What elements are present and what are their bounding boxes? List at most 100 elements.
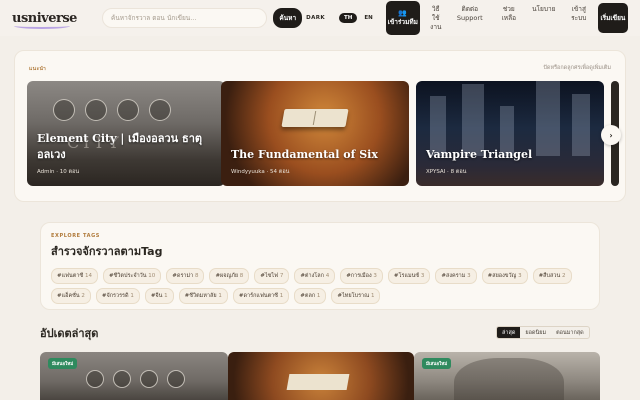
earth-emblem-icon xyxy=(86,370,104,388)
carousel-hint: ปัดหรือกดลูกศรเพื่อดูเพิ่มเติม xyxy=(543,65,611,71)
tag-chip[interactable]: #สงคราม 3 xyxy=(435,268,477,284)
card-title: Vampire Triangel xyxy=(426,148,533,161)
tag-chip[interactable]: #จีน 1 xyxy=(144,288,174,304)
tag-name: #ดราม่า xyxy=(172,273,194,279)
tag-chip[interactable]: #การเมือง 3 xyxy=(340,268,383,284)
nav-help[interactable]: ช่วยเหลือ xyxy=(492,5,526,32)
language-switcher: TH EN xyxy=(339,13,378,23)
building-art xyxy=(572,94,590,156)
featured-label: แนะนำ xyxy=(29,66,47,72)
tag-chip[interactable]: #แอ็คชั่น 2 xyxy=(51,288,91,304)
tab-latest[interactable]: ล่าสุด xyxy=(497,327,521,338)
nav-how-to[interactable]: วิธีใช้งาน xyxy=(424,5,448,32)
book-art xyxy=(281,109,349,127)
chevron-right-icon: › xyxy=(609,130,613,140)
tag-chip[interactable]: #สืบสวน 2 xyxy=(532,268,572,284)
tag-chip[interactable]: #ดราม่า 8 xyxy=(166,268,205,284)
book-art xyxy=(286,374,350,390)
tag-count: 1 xyxy=(279,293,284,299)
tag-chip[interactable]: #ตลก 1 xyxy=(294,288,327,304)
card-meta: Admin · 10 ตอน xyxy=(37,169,80,175)
join-team-label: เข้าร่วมทีม xyxy=(387,18,418,26)
tag-count: 10 xyxy=(148,273,156,279)
nav-links: วิธีใช้งาน ติดต่อ Support ช่วยเหลือ นโยบ… xyxy=(424,5,596,32)
tag-chip[interactable]: #ไทยโบราณ 1 xyxy=(331,288,381,304)
wind-emblem-icon xyxy=(149,99,171,121)
tag-count: 8 xyxy=(239,273,244,279)
character-art xyxy=(454,358,564,400)
nav-policy[interactable]: นโยบาย xyxy=(526,5,562,32)
team-icon: 👥 xyxy=(398,9,408,17)
story-card[interactable]: มีเสนอใหม่ xyxy=(40,352,228,400)
tags-eyebrow: EXPLORE TAGS xyxy=(51,233,100,239)
story-card[interactable]: มีเสนอใหม่ xyxy=(414,352,600,400)
tag-chip[interactable]: #จักรวรรดิ 1 xyxy=(95,288,140,304)
tag-count: 3 xyxy=(373,273,377,279)
tag-count: 14 xyxy=(84,273,92,279)
logo[interactable]: usniverse xyxy=(12,4,77,32)
carousel-next-button[interactable]: › xyxy=(601,125,621,145)
search-input[interactable]: ค้นหาจักรวาล ตอน นักเขียน... xyxy=(102,8,268,28)
tab-most-episodes[interactable]: ตอนมากสุด xyxy=(551,327,589,338)
nav-support[interactable]: ติดต่อ Support xyxy=(448,5,492,32)
tag-chip[interactable]: #ชีวิตมหาลัย 1 xyxy=(178,288,228,304)
story-card[interactable] xyxy=(228,352,414,400)
tag-count: 1 xyxy=(130,293,134,299)
tag-name: #การเมือง xyxy=(346,273,372,279)
tag-count: 2 xyxy=(562,273,566,279)
tag-name: #ชีวิตมหาลัย xyxy=(184,293,217,299)
featured-carousel: แนะนำ ปัดหรือกดลูกศรเพื่อดูเพิ่มเติม CIT… xyxy=(14,50,626,202)
tag-chip[interactable]: #ผจญภัย 8 xyxy=(209,268,250,284)
tag-list: #แฟนตาซี 14 #ชีวิตประจำวัน 10 #ดราม่า 8 #ผจ… xyxy=(51,268,589,304)
lang-en-button[interactable]: EN xyxy=(359,13,377,23)
building-art xyxy=(536,81,560,156)
tag-chip[interactable]: #สยองขวัญ 3 xyxy=(481,268,528,284)
element-emblems xyxy=(86,370,185,388)
top-navbar: usniverse ค้นหาจักรวาล ตอน นักเขียน... ค… xyxy=(0,0,640,36)
join-team-button[interactable]: 👥 เข้าร่วมทีม xyxy=(385,1,420,35)
new-badge: มีเสนอใหม่ xyxy=(422,358,452,369)
tag-name: #แฟนตาซี xyxy=(57,273,84,279)
card-title: Element City | เมืองอลวน ธาตุอลเวง xyxy=(37,132,203,161)
tag-name: #ต่างโลก xyxy=(300,273,324,279)
water-emblem-icon xyxy=(85,99,107,121)
tag-count: 3 xyxy=(420,273,425,279)
dark-mode-toggle[interactable]: DARK xyxy=(306,15,325,21)
tag-chip[interactable]: #ดาร์กแฟนตาซี 1 xyxy=(232,288,290,304)
tag-chip[interactable]: #ไซไฟ 7 xyxy=(254,268,290,284)
latest-section-title: อัปเดตล่าสุด xyxy=(40,327,99,340)
tag-count: 1 xyxy=(218,293,222,299)
tag-chip[interactable]: #แฟนตาซี 14 xyxy=(51,268,98,284)
tag-chip[interactable]: #โรแมนซ์ 3 xyxy=(387,268,431,284)
tag-name: #จีน xyxy=(150,293,163,299)
featured-card[interactable]: Vampire Triangel XPYSAI · 8 ตอน xyxy=(416,81,604,186)
start-writing-button[interactable]: เริ่มเขียน xyxy=(597,3,629,33)
lang-th-button[interactable]: TH xyxy=(339,13,358,23)
tag-count: 4 xyxy=(325,273,330,279)
earth-emblem-icon xyxy=(53,99,75,121)
tag-count: 2 xyxy=(81,293,85,299)
tag-count: 8 xyxy=(194,273,199,279)
tag-name: #สยองขวัญ xyxy=(487,273,517,279)
explore-tags-section: EXPLORE TAGS สำรวจจักรวาลตามTag #แฟนตาซี… xyxy=(40,222,600,310)
search-button[interactable]: ค้นหา xyxy=(273,8,303,28)
fire-emblem-icon xyxy=(140,370,158,388)
building-art xyxy=(462,84,484,156)
tag-chip[interactable]: #ต่างโลก 4 xyxy=(294,268,336,284)
tags-title: สำรวจจักรวาลตามTag xyxy=(51,245,163,258)
tag-chip[interactable]: #ชีวิตประจำวัน 10 xyxy=(102,268,162,284)
tag-name: #สงคราม xyxy=(441,273,466,279)
tag-count: 3 xyxy=(518,273,522,279)
tag-count: 1 xyxy=(370,293,375,299)
tab-popular[interactable]: ยอดนิยม xyxy=(520,327,551,338)
element-emblems xyxy=(53,99,171,121)
card-title: The Fundamental of Six xyxy=(231,148,378,161)
tag-name: #ผจญภัย xyxy=(215,273,239,279)
tag-name: #จักรวรรดิ xyxy=(101,293,129,299)
tag-count: 7 xyxy=(279,273,284,279)
latest-sort-tabs: ล่าสุด ยอดนิยม ตอนมากสุด xyxy=(496,326,590,339)
featured-card[interactable]: The Fundamental of Six Windyyuuka · 54 ต… xyxy=(221,81,409,186)
featured-card[interactable]: CITY Element City | เมืองอลวน ธาตุอลเวง … xyxy=(27,81,225,186)
tag-name: #สืบสวน xyxy=(538,273,561,279)
nav-login[interactable]: เข้าสู่ระบบ xyxy=(562,5,596,32)
